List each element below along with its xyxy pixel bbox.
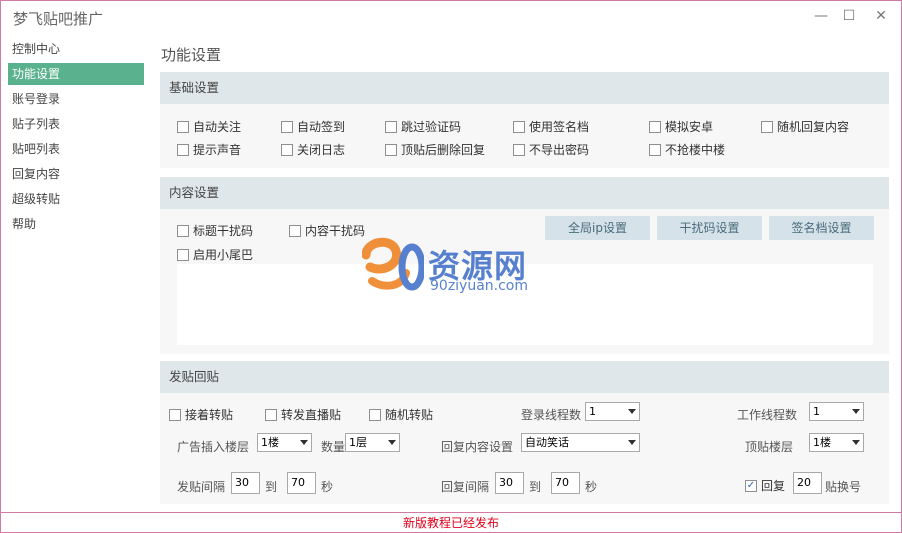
chevron-down-icon — [852, 440, 860, 445]
sidebar-item-forum-list[interactable]: 贴吧列表 — [8, 138, 144, 160]
reply-switch-checkbox[interactable]: ✓ 回复 — [745, 477, 785, 494]
work-threads-select[interactable]: 1 — [809, 402, 864, 421]
checkbox-box[interactable] — [177, 120, 189, 133]
basic-settings-panel: 基础设置 自动关注 自动签到 跳过验证码 使用签名档 模拟安卓 随机回复内容 提… — [160, 72, 889, 168]
titlebar[interactable]: 梦飞贴吧推广 — ☐ ✕ — [1, 1, 901, 32]
bump-floor-label: 顶贴楼层 — [745, 440, 794, 454]
count-label: 数量 — [321, 440, 346, 454]
checkbox-box[interactable] — [281, 143, 293, 156]
close-icon[interactable]: ✕ — [867, 5, 895, 27]
reply-interval-from-input[interactable]: 30 — [495, 472, 524, 494]
posting-settings-panel: 发贴回贴 接着转贴 转发直播贴 随机转贴 登录线程数 1 工作线程数 1 广告插… — [160, 361, 889, 504]
use-signature-checkbox[interactable]: 使用签名档 — [513, 118, 589, 135]
checkbox-box[interactable] — [369, 408, 381, 421]
content-settings-header: 内容设置 — [160, 177, 889, 209]
checkbox-box[interactable] — [385, 120, 397, 133]
reply-interval-unit: 秒 — [585, 480, 598, 494]
disable-log-checkbox[interactable]: 关闭日志 — [281, 141, 345, 158]
content-interfere-checkbox[interactable]: 内容干扰码 — [289, 222, 365, 239]
global-ip-settings-button[interactable]: 全局ip设置 — [545, 216, 650, 240]
content-settings-panel: 内容设置 标题干扰码 内容干扰码 启用小尾巴 全局ip设置 干扰码设置 签名档设… — [160, 177, 889, 354]
checkmark-icon[interactable]: ✓ — [745, 479, 757, 492]
login-threads-label: 登录线程数 — [521, 408, 582, 422]
checkbox-box[interactable] — [177, 248, 189, 261]
work-threads-label: 工作线程数 — [737, 408, 798, 422]
checkbox-box[interactable] — [513, 143, 525, 156]
random-repost-checkbox[interactable]: 随机转贴 — [369, 406, 433, 423]
checkbox-box[interactable] — [177, 224, 189, 237]
status-bar[interactable]: 新版教程已经发布 — [1, 512, 901, 532]
reply-interval-to-input[interactable]: 70 — [551, 472, 580, 494]
minimize-icon[interactable]: — — [807, 5, 835, 27]
sidebar-item-control-center[interactable]: 控制中心 — [8, 38, 144, 60]
ad-floor-select[interactable]: 1楼 — [257, 433, 312, 452]
checkbox-box[interactable] — [265, 408, 277, 421]
auto-follow-checkbox[interactable]: 自动关注 — [177, 118, 241, 135]
checkbox-box[interactable] — [177, 143, 189, 156]
sidebar-item-post-list[interactable]: 贴子列表 — [8, 113, 144, 135]
reply-interval-label: 回复间隔 — [441, 480, 490, 494]
checkbox-box[interactable] — [649, 120, 661, 133]
repost-live-checkbox[interactable]: 转发直播贴 — [265, 406, 341, 423]
checkbox-box[interactable] — [649, 143, 661, 156]
checkbox-box[interactable] — [385, 143, 397, 156]
chevron-down-icon — [300, 440, 308, 445]
chevron-down-icon — [388, 440, 396, 445]
chevron-down-icon — [628, 409, 636, 414]
reply-switch-suffix: 贴换号 — [825, 480, 862, 494]
tail-content-textarea[interactable] — [177, 264, 873, 345]
app-title: 梦飞贴吧推广 — [13, 10, 104, 28]
checkbox-box[interactable] — [761, 120, 773, 133]
chevron-down-icon — [852, 409, 860, 414]
chevron-down-icon — [628, 440, 636, 445]
skip-captcha-checkbox[interactable]: 跳过验证码 — [385, 118, 461, 135]
bump-floor-select[interactable]: 1楼 — [809, 433, 864, 452]
sidebar-item-settings[interactable]: 功能设置 — [8, 63, 144, 85]
count-select[interactable]: 1层 — [345, 433, 400, 452]
reply-interval-to-label: 到 — [529, 480, 542, 494]
login-threads-select[interactable]: 1 — [585, 402, 640, 421]
post-interval-to-label: 到 — [265, 480, 278, 494]
basic-settings-header: 基础设置 — [160, 72, 889, 104]
reply-content-select[interactable]: 自动笑话 — [521, 433, 640, 452]
checkbox-box[interactable] — [169, 408, 181, 421]
checkbox-box[interactable] — [513, 120, 525, 133]
post-interval-unit: 秒 — [321, 480, 334, 494]
ad-floor-label: 广告插入楼层 — [177, 440, 250, 454]
title-interfere-checkbox[interactable]: 标题干扰码 — [177, 222, 253, 239]
random-reply-checkbox[interactable]: 随机回复内容 — [761, 118, 849, 135]
posting-settings-header: 发贴回贴 — [160, 361, 889, 393]
enable-tail-checkbox[interactable]: 启用小尾巴 — [177, 246, 253, 263]
sidebar-item-help[interactable]: 帮助 — [8, 213, 144, 235]
continue-repost-checkbox[interactable]: 接着转贴 — [169, 406, 233, 423]
post-interval-to-input[interactable]: 70 — [287, 472, 316, 494]
sidebar-item-account-login[interactable]: 账号登录 — [8, 88, 144, 110]
delete-reply-after-bump-checkbox[interactable]: 顶贴后删除回复 — [385, 141, 485, 158]
page-title: 功能设置 — [161, 46, 222, 64]
no-grab-subfloor-checkbox[interactable]: 不抢楼中楼 — [649, 141, 725, 158]
signature-settings-button[interactable]: 签名档设置 — [769, 216, 874, 240]
app-window: 梦飞贴吧推广 — ☐ ✕ 控制中心 功能设置 账号登录 贴子列表 贴吧列表 回复… — [0, 0, 902, 533]
post-interval-from-input[interactable]: 30 — [231, 472, 260, 494]
reply-content-label: 回复内容设置 — [441, 440, 514, 454]
auto-signin-checkbox[interactable]: 自动签到 — [281, 118, 345, 135]
emulate-android-checkbox[interactable]: 模拟安卓 — [649, 118, 713, 135]
no-export-password-checkbox[interactable]: 不导出密码 — [513, 141, 589, 158]
interfere-code-settings-button[interactable]: 干扰码设置 — [657, 216, 762, 240]
reply-switch-count-input[interactable]: 20 — [793, 472, 822, 494]
sidebar-item-super-repost[interactable]: 超级转贴 — [8, 188, 144, 210]
maximize-icon[interactable]: ☐ — [835, 5, 863, 27]
checkbox-box[interactable] — [289, 224, 301, 237]
post-interval-label: 发贴间隔 — [177, 480, 226, 494]
sidebar-item-reply-content[interactable]: 回复内容 — [8, 163, 144, 185]
checkbox-box[interactable] — [281, 120, 293, 133]
sound-alert-checkbox[interactable]: 提示声音 — [177, 141, 241, 158]
